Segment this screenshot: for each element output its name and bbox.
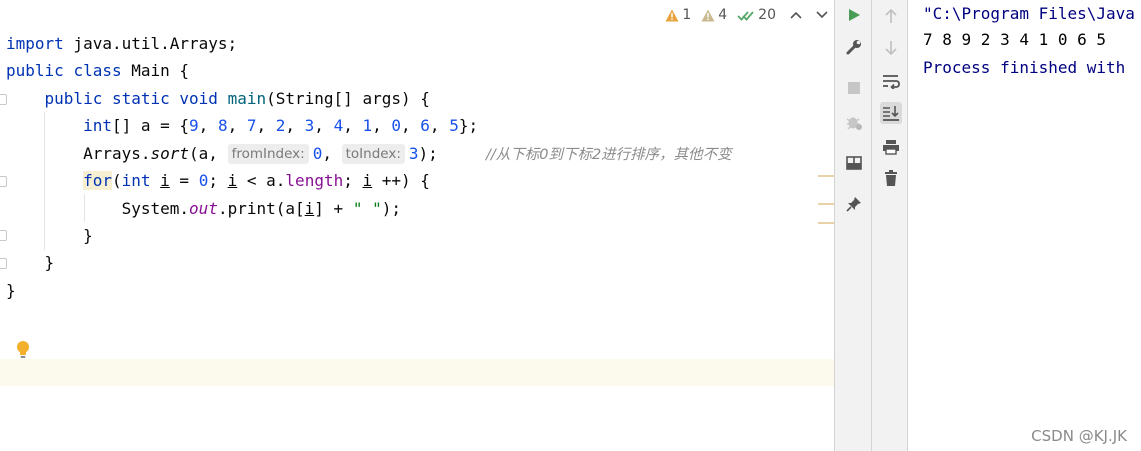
scrollbar-marker[interactable] [818,203,834,205]
layout-icon[interactable] [843,152,865,174]
code-editor[interactable]: 1 4 20 import java.util.Arrays; public c… [0,0,834,451]
code-line-10[interactable]: } [6,277,16,304]
console-command-line[interactable]: "C:\Program Files\Java [923,0,1135,27]
weak-warning-icon [701,9,715,21]
debug-icon[interactable] [843,111,865,133]
code-line-6[interactable]: for(int i = 0; i < a.length; i ++) { [6,167,430,194]
scrollbar-marker[interactable] [818,222,834,224]
warning-icon [665,9,679,21]
weak-warnings-count: 4 [718,7,728,23]
weak-warnings-indicator[interactable]: 4 [701,7,727,23]
current-line-highlight [0,359,834,386]
print-icon[interactable] [880,136,902,158]
warnings-count: 1 [682,7,692,23]
trash-icon[interactable] [880,167,902,189]
previous-problem-icon[interactable] [790,8,802,23]
wrench-icon[interactable] [843,36,865,58]
console-process-finished[interactable]: Process finished with [923,54,1125,81]
double-check-icon [737,10,754,21]
down-arrow-icon[interactable] [880,37,902,59]
pin-icon[interactable] [843,193,865,215]
code-line-9[interactable]: } [6,249,55,276]
run-icon[interactable] [843,4,865,26]
up-arrow-icon[interactable] [880,5,902,27]
typos-indicator[interactable]: 20 [737,7,776,23]
inspections-widget[interactable]: 1 4 20 [665,4,828,26]
next-problem-icon[interactable] [816,8,828,23]
console-output-line[interactable]: 7 8 9 2 3 4 1 0 6 5 [923,26,1106,53]
run-console[interactable]: "C:\Program Files\Java 7 8 9 2 3 4 1 0 6… [908,0,1141,451]
code-comment: //从下标0到下标2进行排序，其他不变 [485,147,732,163]
soft-wrap-icon[interactable] [880,70,902,92]
scrollbar-marker[interactable] [818,175,834,177]
run-toolbar-right [872,0,908,451]
code-line-4[interactable]: int[] a = {9, 8, 7, 2, 3, 4, 1, 0, 6, 5}… [6,112,478,139]
scroll-to-end-icon[interactable] [880,102,902,124]
watermark: CSDN @KJ.JK [1031,427,1127,445]
code-line-1[interactable]: import java.util.Arrays; [6,30,237,57]
code-line-5[interactable]: Arrays.sort(a, fromIndex: 0, toIndex: 3); … [6,140,732,167]
code-line-8[interactable]: } [6,222,93,249]
code-line-7[interactable]: System.out.print(a[i] + " "); [6,195,401,222]
parameter-hint-to-index: toIndex: [341,144,405,164]
code-line-3[interactable]: public static void main(String[] args) { [6,85,430,112]
code-line-2[interactable]: public class Main { [6,57,189,84]
typos-count: 20 [758,7,776,23]
parameter-hint-from-index: fromIndex: [227,144,309,164]
lightbulb-icon[interactable] [15,340,31,360]
stop-icon[interactable] [843,77,865,99]
run-toolbar-left [835,0,871,451]
warnings-indicator[interactable]: 1 [665,7,691,23]
